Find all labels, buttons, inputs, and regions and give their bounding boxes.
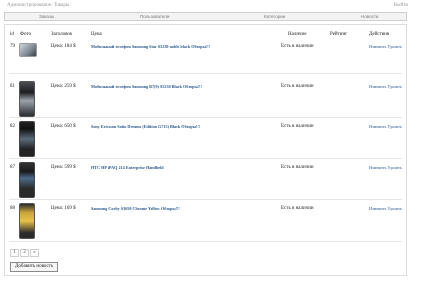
col-rating: Рейтинг [330,32,348,37]
row-actions[interactable]: Изменить Удалить [369,165,402,170]
row-id: 82 [10,124,15,129]
row-id: 87 [10,165,15,170]
row-divider [9,73,402,74]
phone-photo [19,162,35,198]
phone-photo [19,81,35,117]
row-actions[interactable]: Изменить Удалить [369,84,402,89]
row-stock: Есть в наличии [281,206,314,211]
col-stock: Наличие [288,32,307,37]
top-bar: Администрирование: Товары Выйти [4,1,408,10]
row-price: Цена: 169 $ [51,206,76,211]
product-title-link[interactable]: Sony Ericsson Satio Dreams (Edition G715… [91,124,200,129]
row-divider [9,117,402,118]
product-title-link[interactable]: HTC HP iPAQ 214 Enterprise Handheld [91,165,164,170]
col-actions: Действия [369,32,390,37]
menu-item-categories[interactable]: Категории [264,14,285,19]
col-photo: Фото [20,32,32,37]
next-page-link[interactable]: » [30,249,39,257]
page-2-link[interactable]: 2 [20,249,29,257]
menu-item-users[interactable]: Пользователи [140,14,169,19]
table-row: 82 Цена: 650 $ Sony Ericsson Satio Dream… [5,121,406,159]
row-actions[interactable]: Изменить Удалить [369,206,402,211]
table-row: 81 Цена: 259 $ Мобильный телефон Samsung… [5,81,406,119]
row-id: 88 [10,206,15,211]
row-stock: Есть в наличии [281,165,314,170]
row-divider [9,158,402,159]
col-title: Заголовок [51,32,73,37]
row-price: Цена: 599 $ [51,165,76,170]
main-menu: Заказы Пользователи Категории Новости [4,12,407,21]
row-price: Цена: 650 $ [51,124,76,129]
page-1-link[interactable]: 1 [10,249,19,257]
product-title-link[interactable]: Samsung Corby S3650 Chrome Yellow Обзоры… [91,206,180,211]
pagination: 1 2» [10,249,40,257]
table-header: id Фото Заголовок Цена Наличие Рейтинг Д… [5,32,406,40]
row-stock: Есть в наличии [281,44,314,49]
col-price: Цена [91,32,102,37]
row-divider [9,199,402,200]
table-row: 87 Цена: 599 $ HTC HP iPAQ 214 Enterpris… [5,162,406,200]
col-id: id [10,32,14,37]
row-stock: Есть в наличии [281,124,314,129]
products-panel: id Фото Заголовок Цена Наличие Рейтинг Д… [4,24,407,276]
row-divider [9,241,402,242]
row-id: 81 [10,84,15,89]
product-title-link[interactable]: Мобильный телефон Samsung B7(9) S5230 Bl… [91,84,202,89]
phone-photo [19,121,35,157]
row-price: Цена: 259 $ [51,84,76,89]
row-price: Цена: 184 $ [51,44,76,49]
menu-item-news[interactable]: Новости [361,14,378,19]
add-news-button[interactable]: Добавить новость [10,262,59,272]
menu-item-orders[interactable]: Заказы [39,14,54,19]
row-id: 79 [10,44,15,49]
phone-photo [19,203,35,239]
row-actions[interactable]: Изменить Удалить [369,44,402,49]
logout-link[interactable]: Выйти [394,3,408,8]
table-row: 88 Цена: 169 $ Samsung Corby S3650 Chrom… [5,203,406,241]
row-actions[interactable]: Изменить Удалить [369,124,402,129]
row-stock: Есть в наличии [281,84,314,89]
product-title-link[interactable]: Мобильный телефон Samsung Star S5230 nob… [91,44,210,49]
phone-photo [19,43,37,57]
page-title: Администрирование: Товары [7,3,70,8]
